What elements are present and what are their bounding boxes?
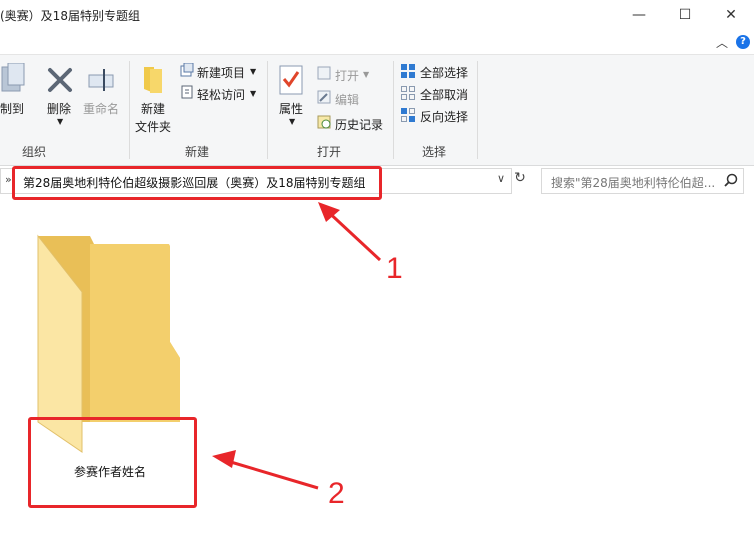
search-icon[interactable] <box>724 173 738 187</box>
help-icon[interactable]: ? <box>736 35 750 49</box>
new-item-button[interactable]: 新建项目 <box>197 64 245 81</box>
group-label-open: 打开 <box>317 145 342 159</box>
ribbon-tab-strip <box>0 30 754 54</box>
easy-access-icon <box>181 85 193 99</box>
separator <box>393 61 394 159</box>
copy-to-button[interactable]: 复制到 <box>0 100 24 117</box>
breadcrumb-separator[interactable]: » <box>5 173 12 186</box>
new-folder-icon <box>144 67 162 93</box>
annotation-number-1: 1 <box>386 252 403 285</box>
delete-icon <box>48 68 72 92</box>
group-label-new: 新建 <box>185 145 210 159</box>
window-title: (奥赛）及18届特别专题组 <box>0 9 140 23</box>
open-button[interactable]: 打开 <box>335 67 359 84</box>
rename-button[interactable]: 重命名 <box>83 100 119 117</box>
annotation-box-address <box>12 166 382 200</box>
separator <box>267 61 268 159</box>
properties-button[interactable]: 属性 <box>279 100 303 117</box>
new-folder-button-line1[interactable]: 新建 <box>141 100 165 117</box>
invert-selection-button[interactable]: 反向选择 <box>420 108 468 125</box>
open-icon <box>317 66 331 80</box>
edit-button[interactable]: 编辑 <box>335 91 359 108</box>
maximize-button[interactable]: ☐ <box>662 0 708 30</box>
select-none-icon <box>401 86 415 100</box>
separator <box>477 61 478 159</box>
properties-icon <box>279 65 303 95</box>
select-none-button[interactable]: 全部取消 <box>420 86 468 103</box>
edit-icon <box>317 90 331 104</box>
invert-selection-icon <box>401 108 415 122</box>
easy-access-dropdown-icon[interactable]: ▼ <box>250 89 256 98</box>
delete-button[interactable]: 删除 <box>47 100 71 117</box>
search-input[interactable]: 搜索"第28届奥地利特伦伯超... <box>551 174 715 191</box>
select-all-button[interactable]: 全部选择 <box>420 64 468 81</box>
address-dropdown-icon[interactable]: ∨ <box>497 172 505 185</box>
properties-dropdown-icon[interactable]: ▼ <box>289 117 295 126</box>
annotation-number-2: 2 <box>328 477 345 510</box>
rename-icon <box>88 69 114 91</box>
search-box[interactable]: 搜索"第28届奥地利特伦伯超... <box>541 168 744 194</box>
select-all-icon <box>401 64 415 78</box>
delete-dropdown-icon[interactable]: ▼ <box>57 117 63 126</box>
minimize-button[interactable]: — <box>616 0 662 30</box>
annotation-arrow-2 <box>212 450 319 490</box>
separator <box>129 61 130 159</box>
title-bar: (奥赛）及18届特别专题组 — ☐ ✕ <box>0 0 754 30</box>
collapse-ribbon-chevron-icon[interactable]: ︿ <box>716 34 728 51</box>
easy-access-button[interactable]: 轻松访问 <box>197 86 245 103</box>
annotation-arrow-1 <box>318 202 382 262</box>
ribbon: 复制到 删除 ▼ 重命名 组织 新建 文件夹 新建项目 ▼ 轻松访问 ▼ 新建 … <box>0 54 754 166</box>
new-item-dropdown-icon[interactable]: ▼ <box>250 67 256 76</box>
history-icon <box>317 115 331 129</box>
new-folder-button-line2[interactable]: 文件夹 <box>135 118 171 135</box>
group-label-select: 选择 <box>422 145 447 159</box>
annotation-box-folder <box>28 417 197 508</box>
close-button[interactable]: ✕ <box>708 0 754 30</box>
copy-to-icon <box>1 63 25 92</box>
group-label-organize: 组织 <box>22 145 47 159</box>
history-button[interactable]: 历史记录 <box>335 116 383 133</box>
refresh-icon[interactable]: ↻ <box>512 170 528 190</box>
open-dropdown-icon[interactable]: ▼ <box>363 70 369 79</box>
new-item-icon <box>180 63 194 77</box>
